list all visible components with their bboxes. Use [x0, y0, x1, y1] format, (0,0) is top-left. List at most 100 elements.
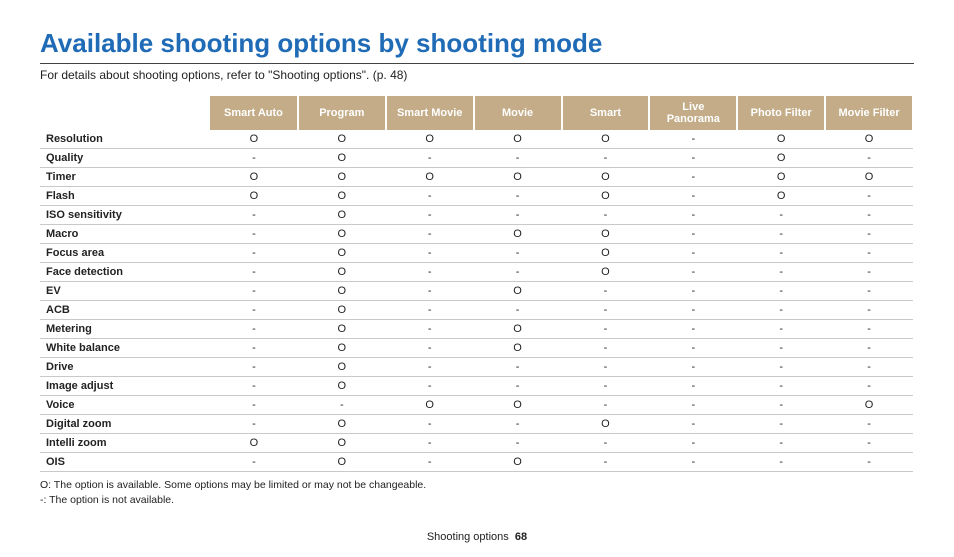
cell: O — [562, 263, 650, 282]
cell: - — [562, 320, 650, 339]
cell: O — [474, 453, 562, 472]
row-label: Voice — [40, 396, 210, 415]
cell: - — [649, 415, 737, 434]
cell: - — [649, 225, 737, 244]
table-row: Image adjust-O------ — [40, 377, 913, 396]
legend-unavailable: -: The option is not available. — [40, 493, 914, 508]
header-col: Live Panorama — [649, 96, 737, 130]
cell: O — [474, 396, 562, 415]
cell: - — [649, 377, 737, 396]
cell: O — [737, 187, 825, 206]
cell: - — [737, 225, 825, 244]
row-label: EV — [40, 282, 210, 301]
cell: O — [474, 339, 562, 358]
row-label: Resolution — [40, 130, 210, 149]
cell: - — [737, 320, 825, 339]
row-label: Quality — [40, 149, 210, 168]
page-title: Available shooting options by shooting m… — [40, 28, 914, 59]
cell: - — [825, 187, 913, 206]
cell: - — [562, 206, 650, 225]
cell: - — [649, 358, 737, 377]
cell: O — [474, 225, 562, 244]
cell: - — [825, 206, 913, 225]
cell: O — [298, 130, 386, 149]
cell: - — [386, 225, 474, 244]
table-row: ISO sensitivity-O------ — [40, 206, 913, 225]
row-label: OIS — [40, 453, 210, 472]
cell: - — [825, 415, 913, 434]
cell: - — [737, 263, 825, 282]
table-row: TimerOOOOO-OO — [40, 168, 913, 187]
cell: O — [298, 320, 386, 339]
table-row: Voice--OO---O — [40, 396, 913, 415]
cell: - — [474, 149, 562, 168]
header-col: Movie Filter — [825, 96, 913, 130]
cell: O — [298, 168, 386, 187]
table-row: EV-O-O---- — [40, 282, 913, 301]
table-row: Quality-O----O- — [40, 149, 913, 168]
cell: - — [649, 263, 737, 282]
cell: - — [737, 301, 825, 320]
cell: O — [298, 206, 386, 225]
cell: - — [737, 244, 825, 263]
table-row: White balance-O-O---- — [40, 339, 913, 358]
row-label: ACB — [40, 301, 210, 320]
cell: O — [298, 282, 386, 301]
header-col: Movie — [474, 96, 562, 130]
cell: - — [562, 453, 650, 472]
cell: - — [562, 396, 650, 415]
table-row: Focus area-O--O--- — [40, 244, 913, 263]
cell: - — [737, 453, 825, 472]
cell: - — [649, 453, 737, 472]
row-label: Focus area — [40, 244, 210, 263]
cell: O — [210, 168, 298, 187]
cell: - — [210, 415, 298, 434]
table-row: FlashOO--O-O- — [40, 187, 913, 206]
cell: - — [386, 187, 474, 206]
cell: - — [562, 358, 650, 377]
table-row: ACB-O------ — [40, 301, 913, 320]
cell: - — [649, 149, 737, 168]
cell: O — [298, 415, 386, 434]
legend-available: O: The option is available. Some options… — [40, 478, 914, 493]
cell: - — [825, 263, 913, 282]
cell: O — [737, 168, 825, 187]
cell: - — [562, 282, 650, 301]
row-label: White balance — [40, 339, 210, 358]
cell: - — [210, 206, 298, 225]
cell: - — [737, 358, 825, 377]
cell: - — [474, 206, 562, 225]
row-label: Metering — [40, 320, 210, 339]
table-row: Face detection-O--O--- — [40, 263, 913, 282]
table-row: Macro-O-OO--- — [40, 225, 913, 244]
cell: - — [649, 396, 737, 415]
cell: O — [210, 187, 298, 206]
cell: - — [386, 377, 474, 396]
cell: - — [825, 453, 913, 472]
cell: - — [210, 339, 298, 358]
row-label: Drive — [40, 358, 210, 377]
cell: - — [649, 244, 737, 263]
cell: - — [825, 225, 913, 244]
cell: O — [737, 130, 825, 149]
cell: O — [298, 358, 386, 377]
cell: - — [210, 377, 298, 396]
row-label: Face detection — [40, 263, 210, 282]
cell: O — [562, 244, 650, 263]
cell: - — [386, 206, 474, 225]
cell: - — [474, 434, 562, 453]
header-col: Program — [298, 96, 386, 130]
cell: - — [562, 339, 650, 358]
cell: O — [474, 168, 562, 187]
cell: - — [386, 301, 474, 320]
cell: - — [825, 301, 913, 320]
cell: - — [386, 415, 474, 434]
cell: - — [386, 358, 474, 377]
cell: O — [386, 168, 474, 187]
subtitle: For details about shooting options, refe… — [40, 68, 914, 82]
cell: O — [298, 453, 386, 472]
cell: - — [386, 434, 474, 453]
cell: O — [825, 130, 913, 149]
cell: O — [562, 130, 650, 149]
cell: - — [825, 358, 913, 377]
